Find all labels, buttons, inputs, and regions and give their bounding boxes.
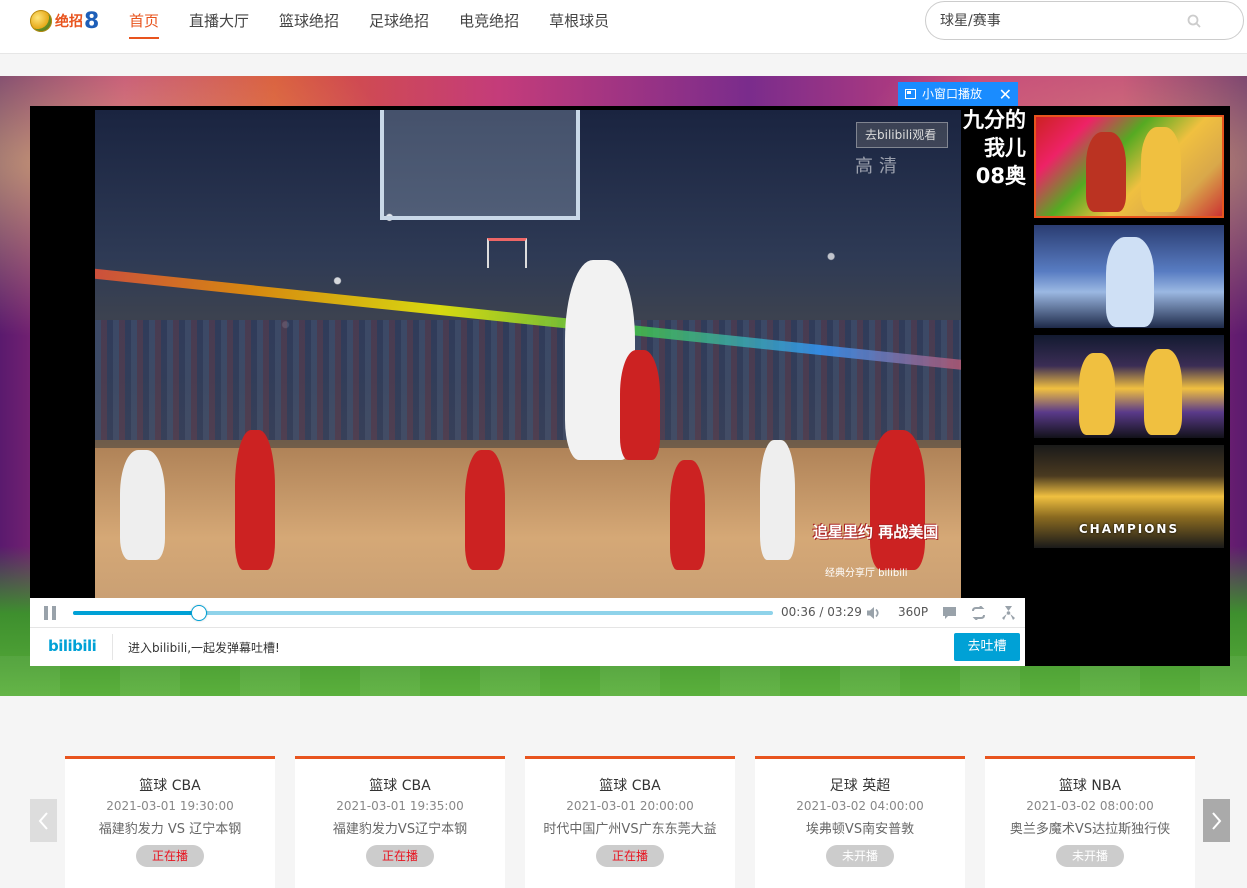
send-danmaku-button[interactable]: 去吐槽 (954, 633, 1020, 661)
main-nav: 首页 直播大厅 篮球绝招 足球绝招 电竞绝招 草根球员 (129, 0, 639, 54)
schedule-card[interactable]: 篮球 CBA 2021-03-01 19:35:00 福建豹发力VS辽宁本钢 正… (295, 756, 505, 888)
danmaku-line: 九分的 (963, 108, 1026, 132)
time-separator: / (819, 605, 824, 619)
nav-esports[interactable]: 电竞绝招 (459, 0, 519, 42)
card-teams: 时代中国广州VS广东东莞大益 (543, 822, 717, 837)
card-teams: 埃弗顿VS南安普敦 (805, 822, 915, 837)
playlist-thumbnail[interactable] (1034, 225, 1224, 328)
video-caption-small: 经典分享厅 bilibili (825, 568, 908, 579)
schedule-next-button[interactable] (1203, 799, 1230, 842)
progress-bar[interactable] (73, 605, 773, 621)
video-player-figure (870, 430, 925, 570)
video-player-figure (670, 460, 705, 570)
status-badge: 未开播 (826, 845, 894, 867)
bilibili-logo[interactable]: bilibili (48, 637, 97, 655)
schedule-card[interactable]: 篮球 CBA 2021-03-01 20:00:00 时代中国广州VS广东东莞大… (525, 756, 735, 888)
video-player-figure (760, 440, 795, 560)
card-teams: 奥兰多魔术VS达拉斯独行侠 (1009, 822, 1171, 837)
current-time: 00:36 (781, 605, 816, 619)
site-header: 绝招 8 首页 直播大厅 篮球绝招 足球绝招 电竞绝招 草根球员 (0, 0, 1247, 54)
playlist-thumbnail[interactable] (1034, 335, 1224, 438)
danmaku-input-bar: bilibili 进入bilibili,一起发弹幕吐槽! 去吐槽 (30, 628, 1025, 666)
card-time: 2021-03-01 20:00:00 (566, 799, 694, 813)
thumbnail-figure (1086, 132, 1126, 212)
card-title: 篮球 CBA (599, 778, 661, 794)
search-box (925, 1, 1244, 40)
thumbnail-figure (1141, 127, 1181, 212)
card-time: 2021-03-01 19:35:00 (336, 799, 464, 813)
schedule-card[interactable]: 足球 英超 2021-03-02 04:00:00 埃弗顿VS南安普敦 未开播 (755, 756, 965, 888)
card-title: 足球 英超 (829, 778, 891, 794)
video-playlist: CHAMPIONS (1034, 115, 1226, 555)
nav-live-hall[interactable]: 直播大厅 (189, 0, 249, 42)
chevron-right-icon (1212, 812, 1222, 830)
thumbnail-figure (1106, 237, 1154, 327)
video-net (487, 238, 527, 268)
status-badge: 未开播 (1056, 845, 1124, 867)
time-display: 00:36 / 03:29 (781, 605, 862, 619)
schedule-card[interactable]: 篮球 CBA 2021-03-01 19:30:00 福建豹发力 VS 辽宁本钢… (65, 756, 275, 888)
divider (112, 634, 113, 660)
logo-text: 绝招 (55, 14, 83, 30)
danmaku-line: 我儿 (984, 136, 1026, 160)
card-teams: 福建豹发力VS辽宁本钢 (332, 822, 468, 837)
nav-basketball[interactable]: 篮球绝招 (279, 0, 339, 42)
video-caption: 追星里约 再战美国 (813, 523, 939, 541)
schedule-prev-button[interactable] (30, 799, 57, 842)
watch-on-bilibili-button[interactable]: 去bilibili观看 (856, 122, 948, 148)
danmaku-line: 08奥 (975, 164, 1026, 188)
card-teams: 福建豹发力 VS 辽宁本钢 (98, 822, 242, 837)
video-player-figure (235, 430, 275, 570)
pause-icon[interactable] (43, 606, 57, 620)
volume-icon[interactable] (866, 606, 881, 620)
quality-selector[interactable]: 360P (898, 605, 928, 619)
site-logo[interactable]: 绝招 8 (30, 6, 99, 36)
danmaku-hint[interactable]: 进入bilibili,一起发弹幕吐槽! (128, 639, 280, 656)
nav-grassroots[interactable]: 草根球员 (549, 0, 609, 42)
search-icon[interactable] (1187, 14, 1201, 28)
search-input[interactable] (940, 10, 1190, 32)
danmaku-toggle-icon[interactable] (942, 606, 957, 620)
card-time: 2021-03-02 04:00:00 (796, 799, 924, 813)
duration: 03:29 (827, 605, 862, 619)
status-badge[interactable]: 正在播 (136, 845, 204, 867)
thumbnail-figure (1079, 353, 1115, 435)
thumbnail-figure (1144, 349, 1182, 435)
logo-ball-icon (30, 10, 52, 32)
nav-home[interactable]: 首页 (129, 0, 160, 42)
video-player-figure (465, 450, 505, 570)
video-frame[interactable]: 去bilibili观看 高清 追星里约 再战美国 经典分享厅 bilibili (95, 110, 961, 598)
progress-fill (73, 611, 199, 615)
mini-window-button[interactable]: 小窗口播放 ✕ (898, 82, 1018, 107)
progress-knob[interactable] (191, 605, 207, 621)
video-player-figure (120, 450, 165, 560)
fullscreen-icon[interactable] (1001, 606, 1016, 620)
video-crowd (95, 320, 961, 440)
chevron-left-icon (38, 812, 48, 830)
video-player-figure (620, 350, 660, 460)
mini-window-label: 小窗口播放 (922, 87, 983, 101)
video-backboard (380, 110, 580, 220)
status-badge[interactable]: 正在播 (596, 845, 664, 867)
logo-number: 8 (84, 8, 100, 34)
mini-window-icon (905, 89, 916, 99)
danmaku-overlay: 九分的 我儿 08奥 (942, 106, 1026, 190)
close-icon[interactable]: ✕ (999, 82, 1012, 107)
player-controls: 00:36 / 03:29 360P (30, 598, 1025, 628)
card-time: 2021-03-01 19:30:00 (106, 799, 234, 813)
thumbnail-label: CHAMPIONS (1078, 522, 1180, 536)
video-player: 去bilibili观看 高清 追星里约 再战美国 经典分享厅 bilibili … (30, 106, 1230, 666)
nav-football[interactable]: 足球绝招 (369, 0, 429, 42)
loop-icon[interactable] (971, 606, 986, 620)
card-title: 篮球 NBA (1058, 778, 1122, 794)
schedule-card[interactable]: 篮球 NBA 2021-03-02 08:00:00 奥兰多魔术VS达拉斯独行侠… (985, 756, 1195, 888)
playlist-thumbnail[interactable]: CHAMPIONS (1034, 445, 1224, 548)
card-title: 篮球 CBA (369, 778, 431, 794)
card-time: 2021-03-02 08:00:00 (1026, 799, 1154, 813)
card-title: 篮球 CBA (139, 778, 201, 794)
playlist-thumbnail[interactable] (1034, 115, 1224, 218)
status-badge[interactable]: 正在播 (366, 845, 434, 867)
video-watermark: 高清 (855, 156, 903, 177)
